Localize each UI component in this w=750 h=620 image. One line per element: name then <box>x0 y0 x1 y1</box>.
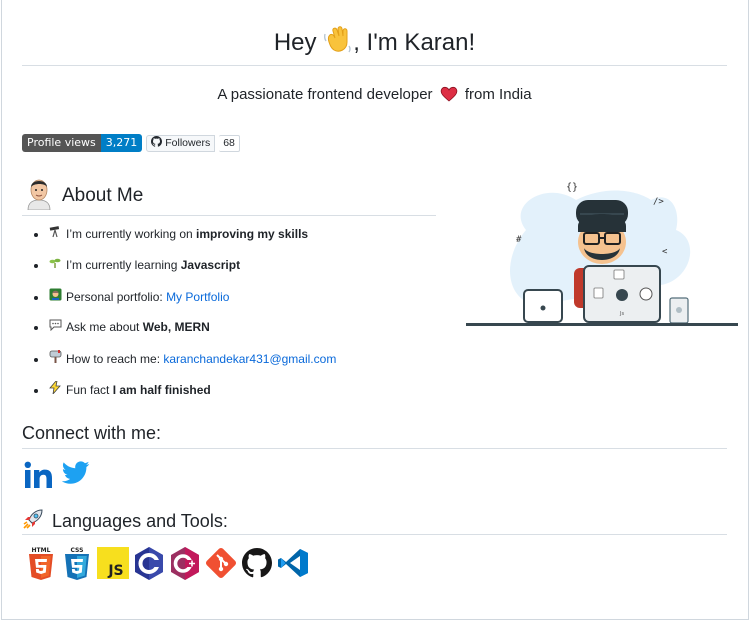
svg-text:{}: {} <box>566 182 578 193</box>
speech-bubble-icon <box>48 319 62 334</box>
list-item-portfolio: Personal portfolio: My Portfolio <box>48 288 336 319</box>
mailbox-icon <box>48 350 62 366</box>
javascript-icon[interactable]: JS <box>97 546 129 580</box>
followers-badge[interactable]: Followers 68 <box>146 134 240 152</box>
cplusplus-icon[interactable] <box>169 546 201 580</box>
contact-text: How to reach me: <box>66 352 164 366</box>
about-list: I’m currently working on improving my sk… <box>22 226 336 412</box>
profile-views-badge[interactable]: Profile views 3,271 <box>22 134 143 152</box>
heart-icon <box>440 86 458 106</box>
teacher-icon <box>48 288 62 304</box>
badges-row: Profile views 3,271 Followers 68 <box>22 134 240 152</box>
list-item-ask-me: Ask me about Web, MERN <box>48 319 336 350</box>
learning-text: I’m currently learning <box>66 258 181 272</box>
about-divider <box>22 215 436 216</box>
list-item-learning: I’m currently learning Javascript <box>48 257 336 288</box>
title-divider <box>22 65 727 66</box>
email-link[interactable]: karanchandekar431@gmail.com <box>163 352 336 366</box>
ask-me-value: Web, MERN <box>142 320 210 334</box>
connect-heading: Connect with me: <box>22 423 161 444</box>
fun-fact-text: Fun fact <box>66 383 113 397</box>
portfolio-link[interactable]: My Portfolio <box>166 290 229 304</box>
fun-fact-value: I am half finished <box>112 383 211 397</box>
tools-heading: Languages and Tools: <box>22 508 228 535</box>
seedling-icon <box>48 257 62 272</box>
tools-title: Languages and Tools: <box>52 511 228 531</box>
about-title: About Me <box>62 185 144 206</box>
waving-hand-icon <box>323 26 353 64</box>
tools-icons-row: HTML CSS JS <box>25 546 309 580</box>
tagline: A passionate frontend developer from Ind… <box>22 86 727 106</box>
profile-views-label: Profile views <box>22 134 101 152</box>
page-title: Hey , I'm Karan! <box>22 26 727 64</box>
connect-divider <box>22 448 727 449</box>
svg-text:<: < <box>662 247 668 257</box>
html5-icon[interactable]: HTML <box>25 546 57 580</box>
vscode-icon[interactable] <box>277 546 309 580</box>
working-on-text: I’m currently working on <box>66 227 197 241</box>
followers-label: Followers <box>165 137 211 149</box>
social-links <box>24 461 90 494</box>
svg-text:Js: Js <box>619 311 624 317</box>
learning-value: Javascript <box>180 258 241 272</box>
greeting-prefix: Hey <box>273 29 317 56</box>
developer-illustration: {} /> < # Js <box>466 170 740 335</box>
c-icon[interactable] <box>133 546 165 580</box>
svg-text:JS: JS <box>107 563 123 579</box>
developer-avatar-icon <box>26 176 52 216</box>
ask-me-text: Ask me about <box>66 320 143 334</box>
tools-divider <box>22 534 727 535</box>
profile-views-count: 3,271 <box>100 134 143 152</box>
portfolio-text: Personal portfolio: <box>66 290 167 304</box>
list-item-working-on: I’m currently working on improving my sk… <box>48 226 336 257</box>
svg-text:#: # <box>516 235 522 245</box>
github-icon[interactable] <box>241 546 273 580</box>
followers-count: 68 <box>219 134 240 152</box>
svg-text:CSS: CSS <box>71 547 84 554</box>
about-heading: About Me <box>26 176 143 216</box>
rocket-icon <box>22 508 44 535</box>
lightning-icon <box>48 380 62 397</box>
list-item-fun-fact: Fun fact I am half finished <box>48 380 336 412</box>
css3-icon[interactable]: CSS <box>61 546 93 580</box>
greeting-suffix: , I'm Karan! <box>353 29 476 56</box>
tagline-suffix: from India <box>464 86 532 103</box>
tagline-prefix: A passionate frontend developer <box>217 86 433 103</box>
svg-text:HTML: HTML <box>32 547 51 554</box>
list-item-contact: How to reach me: karanchandekar431@gmail… <box>48 350 336 381</box>
git-icon[interactable] <box>205 546 237 580</box>
svg-text:/>: /> <box>653 197 664 207</box>
linkedin-icon[interactable] <box>24 461 54 494</box>
working-on-value: improving my skills <box>196 227 309 241</box>
connect-title: Connect with me: <box>22 423 162 443</box>
telescope-icon <box>48 226 62 241</box>
followers-button: Followers <box>146 134 216 152</box>
github-icon <box>151 136 163 150</box>
twitter-icon[interactable] <box>61 461 90 494</box>
